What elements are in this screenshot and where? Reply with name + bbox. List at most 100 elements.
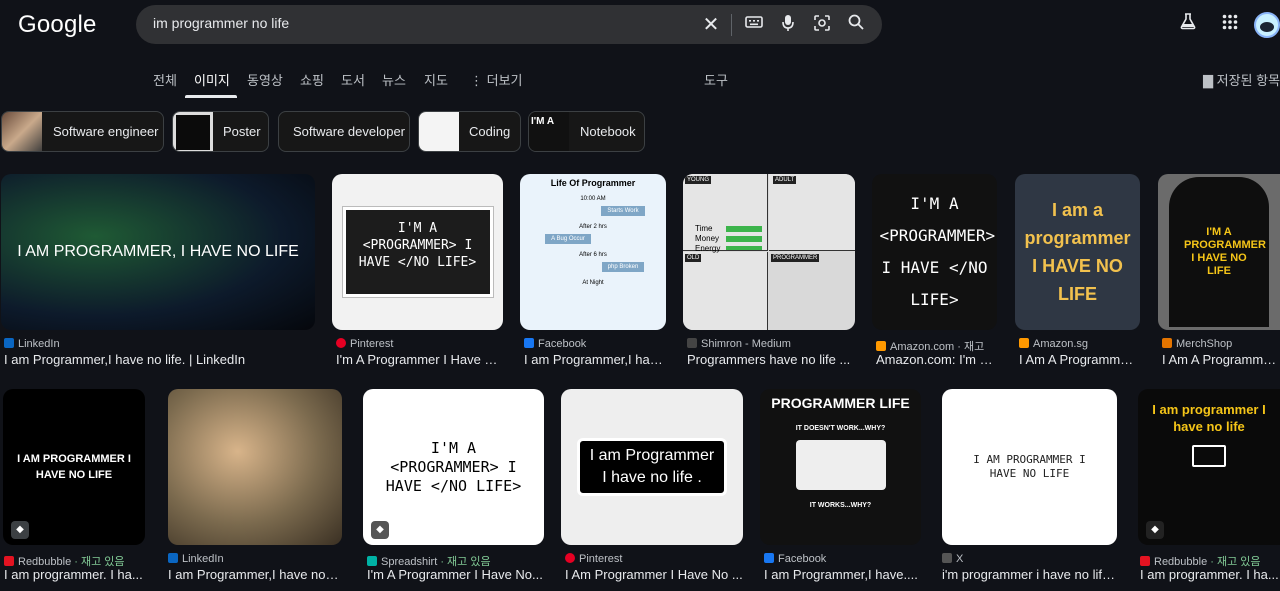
redbubble-icon: [1140, 556, 1150, 566]
tag-icon: ◆: [371, 521, 389, 539]
divider: [731, 14, 732, 36]
result-title[interactable]: I'm A Programmer I Have No Life...: [336, 352, 503, 367]
source-name: Facebook: [538, 338, 587, 350]
result-title[interactable]: I am programmer. I ha...: [1140, 567, 1280, 582]
result-source[interactable]: Pinterest: [565, 553, 743, 565]
image-text: I AM PROGRAMMER I HAVE NO LIFE: [17, 453, 131, 481]
keyboard-icon[interactable]: [743, 14, 765, 36]
result-image: I'M A PROGRAMMER I HAVE NO LIFE: [1158, 174, 1280, 330]
tab-images[interactable]: 이미지: [194, 70, 230, 89]
result-title[interactable]: I am programmer. I ha...: [4, 567, 146, 582]
linkedin-icon: [168, 553, 178, 563]
result-source[interactable]: X: [942, 553, 1117, 565]
result-image: I'M A <PROGRAMMER> I HAVE </NO LIFE>: [332, 174, 503, 330]
amazon-icon: [1019, 338, 1029, 348]
source-name: MerchShop: [1176, 338, 1233, 350]
result-image: I'M A <PROGRAMMER> I HAVE </NO LIFE>: [872, 174, 997, 330]
result-source[interactable]: Amazon.sg: [1019, 338, 1140, 350]
image-text: I'M A <PROGRAMMER> I HAVE </NO LIFE>: [879, 194, 996, 309]
result-image: I'M A <PROGRAMMER> I HAVE </NO LIFE>: [363, 389, 544, 545]
labs-icon[interactable]: [1174, 10, 1202, 38]
source-name: LinkedIn: [182, 553, 224, 565]
result-title[interactable]: I Am A Programmer...: [1019, 352, 1140, 367]
image-text: At Night: [582, 280, 604, 286]
x-icon: [942, 553, 952, 563]
account-avatar[interactable]: [1254, 12, 1280, 38]
search-tabs: 전체 이미지 동영상 쇼핑 도서 뉴스 지도 ⋮ 더보기 도구 ▇ 저장된 항목: [0, 60, 1280, 100]
result-image: I am Programmer I have no life .: [561, 389, 743, 545]
result-title[interactable]: I'm A Programmer I Have No...: [367, 567, 544, 582]
tab-shopping[interactable]: 쇼핑: [300, 70, 324, 89]
chip-poster[interactable]: Poster: [172, 111, 269, 152]
image-text: I'M A PROGRAMMER I HAVE NO LIFE: [1184, 226, 1266, 277]
image-text: I am a programmer I HAVE NO LIFE: [1024, 200, 1131, 304]
result-source[interactable]: MerchShop: [1162, 338, 1280, 350]
spreadshirt-icon: [367, 556, 377, 566]
image-text: I AM PROGRAMMER, I HAVE NO LIFE: [17, 243, 299, 260]
close-icon[interactable]: ✕: [700, 14, 722, 36]
tab-videos[interactable]: 동영상: [247, 70, 283, 89]
image-text: A Bug Occur: [545, 234, 591, 244]
image-text: Starts Work: [601, 206, 645, 216]
tab-news[interactable]: 뉴스: [382, 70, 406, 89]
result-title[interactable]: i'm programmer i have no life...: [942, 567, 1117, 582]
image-text: Life Of Programmer: [550, 178, 636, 188]
chip-coding[interactable]: Coding: [418, 111, 521, 152]
source-name: Pinterest: [350, 338, 394, 350]
image-text: I AM PROGRAMMER I HAVE NO LIFE: [973, 453, 1086, 480]
merchshop-icon: [1162, 338, 1172, 348]
result-title[interactable]: I am Programmer,I have no life. | Linked…: [4, 352, 314, 367]
tab-maps[interactable]: 지도: [424, 70, 448, 89]
apps-icon[interactable]: [1216, 10, 1244, 38]
result-image: I AM PROGRAMMER I HAVE NO LIFE: [942, 389, 1117, 545]
result-source[interactable]: LinkedIn: [4, 338, 314, 350]
result-image: YOUNG ADULT OLD PROGRAMMER Time Money Ener…: [683, 174, 855, 330]
result-title[interactable]: I Am Programmer I Have No ...: [565, 567, 743, 582]
image-text: 10:00 AM: [580, 196, 606, 202]
result-source[interactable]: LinkedIn: [168, 553, 342, 565]
source-name: Facebook: [778, 553, 827, 565]
tab-tools[interactable]: 도구: [704, 70, 728, 89]
result-title[interactable]: I am Programmer,I have no li...: [168, 567, 342, 582]
image-text: After 2 hrs: [579, 224, 607, 230]
result-source[interactable]: Pinterest: [336, 338, 503, 350]
header: Google im programmer no life ✕: [0, 0, 1280, 50]
result-image: [168, 389, 342, 545]
chip-software-engineer[interactable]: Software engineer: [1, 111, 164, 152]
result-title[interactable]: I am Programmer,I have no life...: [524, 352, 666, 367]
result-title[interactable]: I am Programmer,I have....: [764, 567, 921, 582]
google-logo[interactable]: Google: [18, 11, 97, 39]
result-title[interactable]: Programmers have no life ...: [687, 352, 855, 367]
image-text: I'M A <PROGRAMMER> I HAVE </NO LIFE>: [341, 206, 494, 298]
image-text: IT WORKS...WHY?: [809, 502, 872, 509]
result-source[interactable]: Shimron - Medium: [687, 338, 855, 350]
source-name: LinkedIn: [18, 338, 60, 350]
lens-icon[interactable]: [811, 14, 833, 36]
result-title[interactable]: I Am A Programmer...: [1162, 352, 1280, 367]
image-text: Time: [695, 224, 713, 233]
result-image: PROGRAMMER LIFE IT DOESN'T WORK...WHY? I…: [760, 389, 921, 545]
chip-label: Poster: [223, 124, 261, 139]
pinterest-icon: [336, 338, 346, 348]
result-title[interactable]: Amazon.com: I'm a...: [876, 352, 997, 367]
chip-label: Software developer: [293, 124, 406, 139]
result-source[interactable]: Facebook: [764, 553, 921, 565]
image-text: php Broken: [601, 262, 645, 272]
mic-icon[interactable]: [777, 14, 799, 36]
search-box[interactable]: im programmer no life ✕: [136, 5, 882, 44]
search-icon[interactable]: [845, 14, 867, 36]
tab-more[interactable]: ⋮ 더보기: [470, 70, 523, 89]
chip-thumbnail: [419, 112, 459, 151]
saved-items-link[interactable]: ▇ 저장된 항목: [1203, 70, 1280, 89]
chip-software-developer[interactable]: Software developer: [278, 111, 410, 152]
chip-thumbnail: [2, 112, 42, 151]
result-source[interactable]: Facebook: [524, 338, 666, 350]
source-name: Amazon.sg: [1033, 338, 1089, 350]
tab-books[interactable]: 도서: [341, 70, 365, 89]
source-name: Pinterest: [579, 553, 623, 565]
tab-all[interactable]: 전체: [153, 70, 177, 89]
chip-notebook[interactable]: I'M A Notebook: [528, 111, 645, 152]
bookmark-icon: ▇: [1203, 73, 1213, 88]
image-text: Money: [695, 234, 720, 243]
search-input[interactable]: im programmer no life: [153, 15, 289, 31]
